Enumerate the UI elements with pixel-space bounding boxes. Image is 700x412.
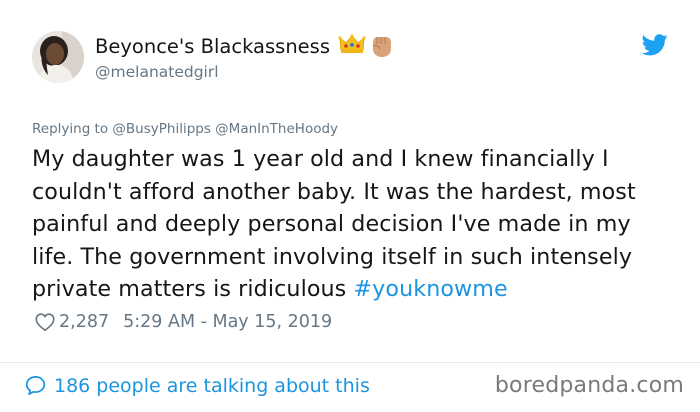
- tweet-text: My daughter was 1 year old and I knew fi…: [32, 143, 672, 306]
- display-name[interactable]: Beyonce's Blackassness: [95, 35, 330, 58]
- twitter-bird-icon[interactable]: [642, 34, 668, 56]
- mention-link[interactable]: @BusyPhilipps: [112, 121, 210, 137]
- user-names: Beyonce's Blackassness @melanatedgirl: [95, 33, 394, 81]
- tweet-card: Beyonce's Blackassness @melanatedgirl Re…: [0, 0, 700, 412]
- hashtag-link[interactable]: #youknowme: [353, 276, 507, 302]
- tweet-header: Beyonce's Blackassness @melanatedgirl: [32, 31, 672, 87]
- heart-icon[interactable]: [34, 311, 56, 333]
- mention-link[interactable]: @ManInTheHoody: [215, 121, 338, 137]
- raised-fist-emoji: [372, 37, 391, 57]
- divider: [0, 362, 700, 363]
- talking-text: 186 people are talking about this: [54, 374, 370, 397]
- talking-link[interactable]: 186 people are talking about this: [24, 374, 370, 397]
- crown-emoji: [338, 34, 366, 53]
- timestamp[interactable]: 5:29 AM - May 15, 2019: [123, 312, 332, 332]
- like-count: 2,287: [59, 312, 110, 332]
- watermark: boredpanda.com: [494, 373, 684, 398]
- replying-prefix: Replying to: [32, 121, 109, 137]
- tweet-meta: 2,287 5:29 AM - May 15, 2019: [34, 311, 332, 333]
- display-name-row[interactable]: Beyonce's Blackassness: [95, 33, 394, 59]
- user-handle[interactable]: @melanatedgirl: [95, 63, 394, 81]
- replying-to: Replying to @BusyPhilipps @ManInTheHoody: [32, 121, 338, 137]
- avatar[interactable]: [32, 31, 84, 83]
- tweet-body: My daughter was 1 year old and I knew fi…: [32, 146, 636, 302]
- speech-bubble-icon: [25, 376, 46, 395]
- name-emoji-group: [338, 33, 394, 59]
